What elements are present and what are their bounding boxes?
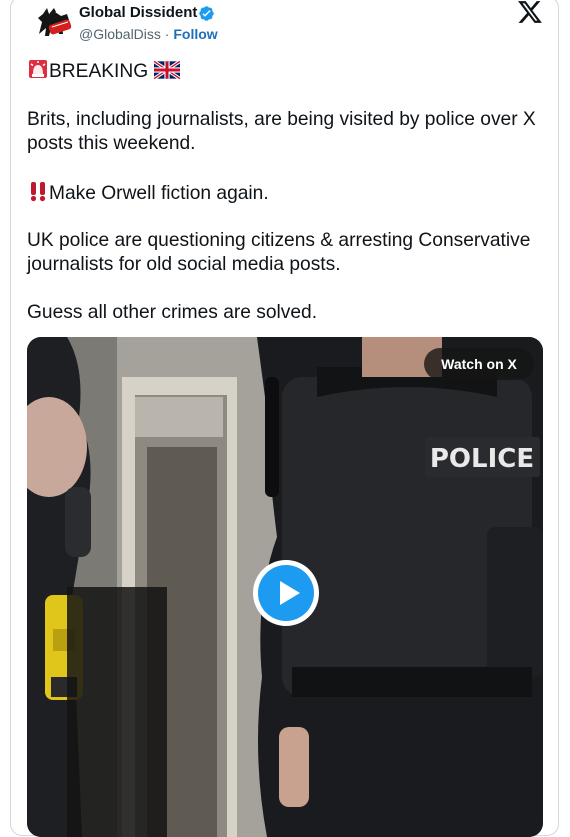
x-logo-icon[interactable] (517, 0, 543, 24)
author-name[interactable]: Global Dissident (79, 4, 197, 21)
follow-button[interactable]: Follow (173, 26, 217, 42)
double-exclamation-icon (30, 182, 46, 202)
play-icon (280, 581, 300, 605)
post-paragraph-3: UK police are questioning citizens & arr… (27, 230, 531, 275)
police-vest-text: POLICE (430, 444, 534, 474)
orwell-text: Make Orwell fiction again. (49, 183, 269, 204)
play-button[interactable] (253, 560, 319, 626)
police-siren-icon (29, 60, 47, 78)
author-handle[interactable]: @GlobalDiss (79, 26, 161, 42)
breaking-line: BREAKING (27, 58, 180, 84)
breaking-label: BREAKING (49, 61, 149, 82)
post-paragraph-1: Brits, including journalists, are being … (27, 109, 536, 154)
post-paragraph-2: Make Orwell fiction again. (27, 180, 269, 206)
play-button-fill (258, 565, 314, 621)
verified-badge-icon (199, 6, 214, 21)
watch-on-x-button[interactable]: Watch on X (424, 348, 534, 380)
separator-dot: · (160, 26, 174, 42)
author-handle-line: @GlobalDiss · Follow (79, 26, 218, 42)
uk-flag-icon (153, 60, 180, 80)
author-avatar[interactable] (29, 4, 73, 44)
post-paragraph-4: Guess all other crimes are solved. (27, 302, 318, 323)
